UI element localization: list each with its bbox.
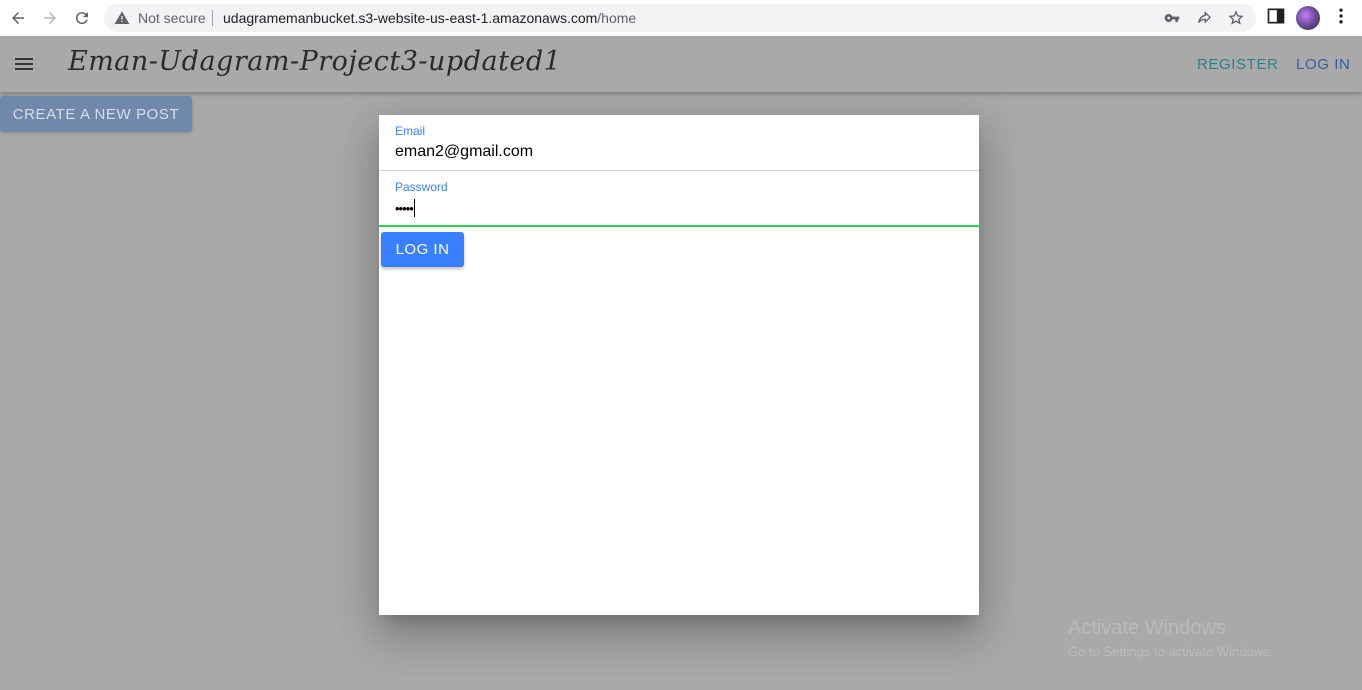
more-vertical-icon[interactable] [1331,6,1351,26]
url-path: /home [597,10,637,26]
warning-icon [114,11,130,24]
browser-toolbar: Not secure udagramemanbucket.s3-website-… [0,0,1362,36]
divider [212,10,213,26]
forward-button[interactable] [34,2,66,34]
login-submit-button[interactable]: LOG IN [381,232,464,267]
reload-button[interactable] [66,2,98,34]
address-bar[interactable]: Not secure udagramemanbucket.s3-website-… [104,4,1256,32]
create-post-button[interactable]: CREATE A NEW POST [0,96,192,132]
back-button[interactable] [2,2,34,34]
password-masked-value: ••••• [395,200,414,216]
reload-icon [75,12,88,25]
arrow-right-icon [44,12,56,24]
password-input[interactable]: ••••• [395,199,415,217]
app-header: Eman-Udagram-Project3-updated1 REGISTER … [0,36,1362,92]
windows-activation-watermark: Activate Windows Go to Settings to activ… [1068,617,1273,659]
key-icon[interactable] [1164,10,1180,26]
login-nav-button[interactable]: LOG IN [1296,56,1350,73]
password-label: Password [395,180,448,194]
url-host: udagramemanbucket.s3-website-us-east-1.a… [223,10,598,26]
security-status[interactable]: Not secure [138,10,206,26]
app-title: Eman-Udagram-Project3-updated1 [68,46,562,77]
login-modal: Email eman2@gmail.com Password ••••• LOG… [379,115,979,615]
side-panel-icon[interactable] [1266,6,1286,26]
menu-icon[interactable] [12,52,36,76]
text-caret [413,199,415,217]
star-icon[interactable] [1228,10,1244,26]
email-label: Email [395,124,426,138]
watermark-title: Activate Windows [1068,617,1226,639]
arrow-left-icon [12,12,24,24]
share-icon[interactable] [1196,10,1212,26]
email-input[interactable]: eman2@gmail.com [395,143,533,161]
profile-avatar[interactable] [1296,6,1320,30]
url-text[interactable]: udagramemanbucket.s3-website-us-east-1.a… [223,10,636,26]
email-field[interactable]: Email eman2@gmail.com [379,115,979,171]
watermark-subtitle: Go to Settings to activate Windows. [1068,644,1274,659]
password-field[interactable]: Password ••••• [379,171,979,227]
register-button[interactable]: REGISTER [1197,56,1278,73]
